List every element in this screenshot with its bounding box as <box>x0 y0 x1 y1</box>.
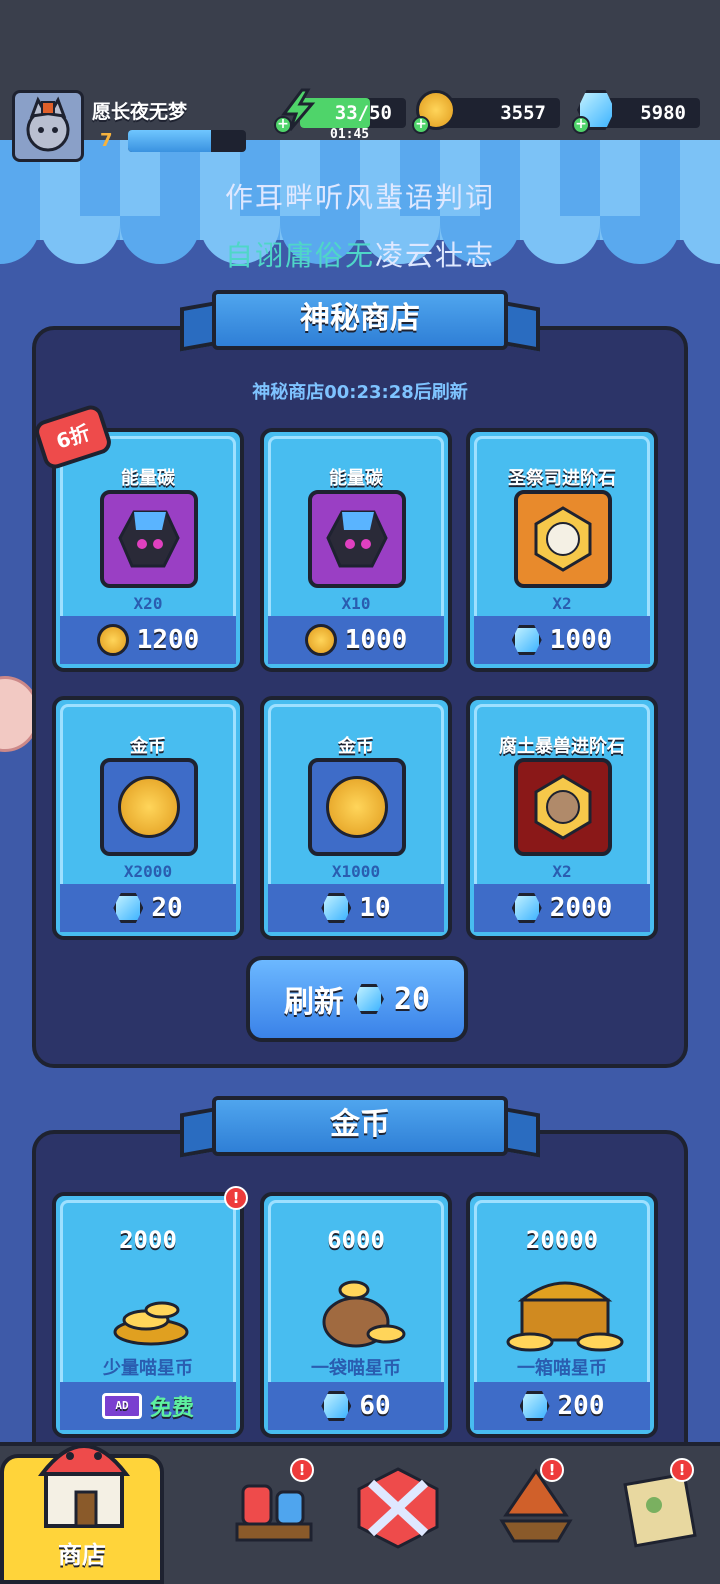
nav-voyage-alert: ! <box>540 1458 564 1482</box>
mystery-shop-title: 神秘商店 <box>212 290 508 350</box>
shop-item-card[interactable]: 能量碳 X20 1200 <box>52 428 244 672</box>
pack-label: 一袋喵星币 <box>311 1358 401 1379</box>
add-coins-icon[interactable]: + <box>412 116 430 134</box>
nav-tab-voyage[interactable] <box>488 1460 584 1556</box>
shop-item-card[interactable]: 金币 X1000 10 <box>260 696 452 940</box>
coin-counter[interactable]: 3557 <box>440 98 560 128</box>
player-avatar[interactable] <box>12 90 84 162</box>
energy-carbon-icon <box>308 490 406 588</box>
item-quantity: X2000 <box>123 862 173 881</box>
item-quantity: X20 <box>133 594 163 613</box>
pack-price: AD 免费 <box>60 1382 236 1430</box>
coin-value: 3557 <box>500 102 546 124</box>
gem-icon <box>321 893 352 923</box>
shop-item-card[interactable]: 腐土暴兽进阶石 X2 2000 <box>466 696 658 940</box>
item-quantity: X2 <box>552 594 572 613</box>
gold-coin-icon <box>100 758 198 856</box>
pack-price: 200 <box>474 1382 650 1430</box>
item-price: 1000 <box>474 616 650 664</box>
nav-tab-shop-label: 商店 <box>58 1541 106 1569</box>
energy-carbon-icon <box>100 490 198 588</box>
item-price: 1000 <box>268 616 444 664</box>
refresh-label: 刷新 <box>283 985 344 1020</box>
item-name: 金币 <box>130 736 166 757</box>
gem-icon <box>511 625 542 655</box>
item-quantity: X2 <box>552 862 572 881</box>
crossed-swords-icon <box>357 1467 439 1549</box>
item-name: 金币 <box>338 736 374 757</box>
pack-label: 少量喵星币 <box>103 1358 193 1379</box>
item-price: 2000 <box>474 884 650 932</box>
player-level: 7 <box>100 130 113 151</box>
nav-map-alert: ! <box>670 1458 694 1482</box>
shop-item-card[interactable]: 金币 X2000 20 <box>52 696 244 940</box>
pack-label: 一箱喵星币 <box>517 1358 607 1379</box>
poem-line-2: 自诩庸俗无凌云壮志 <box>0 234 720 274</box>
gem-icon <box>113 893 144 923</box>
pack-amount: 2000 <box>119 1226 177 1254</box>
pack-alert-badge: ! <box>224 1186 248 1210</box>
priest-advance-stone-icon <box>514 490 612 588</box>
xp-bar <box>128 130 246 152</box>
energy-timer: 01:45 <box>330 127 370 142</box>
gold-pack-card[interactable]: 6000 一袋喵星币 60 <box>260 1192 452 1438</box>
gold-pack-card[interactable]: 2000 少量喵星币 AD 免费 <box>52 1192 244 1438</box>
nav-heroes-alert: ! <box>290 1458 314 1482</box>
beast-advance-stone-icon <box>514 758 612 856</box>
shop-item-card[interactable]: 能量碳 X10 1000 <box>260 428 452 672</box>
pack-amount: 20000 <box>525 1226 599 1254</box>
cat-knight-icon <box>26 96 70 152</box>
gem-icon <box>519 1391 550 1421</box>
item-quantity: X1000 <box>331 862 381 881</box>
add-energy-icon[interactable]: + <box>274 116 292 134</box>
gem-icon[interactable]: + <box>572 88 618 134</box>
item-quantity: X10 <box>341 594 371 613</box>
item-name: 圣祭司进阶石 <box>508 468 616 489</box>
gem-value: 5980 <box>640 102 686 124</box>
item-name: 能量碳 <box>329 468 383 489</box>
shop-house-icon <box>37 1444 131 1528</box>
nav-tab-map[interactable] <box>612 1460 708 1556</box>
pack-price: 60 <box>268 1382 444 1430</box>
energy-icon[interactable]: + <box>274 88 320 134</box>
gem-icon <box>321 1391 352 1421</box>
ship-icon <box>499 1468 573 1543</box>
energy-value: 33/50 <box>334 102 392 124</box>
item-name: 能量碳 <box>121 468 175 489</box>
coin-icon <box>304 624 337 656</box>
nav-tab-battle[interactable] <box>350 1460 446 1556</box>
item-name: 腐土暴兽进阶石 <box>499 736 625 757</box>
pack-amount: 6000 <box>327 1226 385 1254</box>
item-price: 20 <box>60 884 236 932</box>
add-gems-icon[interactable]: + <box>572 116 590 134</box>
coin-pile-small-icon <box>113 1301 189 1346</box>
poem-line-2-highlight: 自诩庸俗无 <box>224 239 375 272</box>
refresh-countdown: 神秘商店00:23:28后刷新 <box>252 382 468 403</box>
refresh-price: 20 <box>393 981 431 1017</box>
gem-icon <box>511 893 542 923</box>
gold-shop-title: 金币 <box>212 1096 508 1156</box>
coin-bag-icon <box>322 1280 406 1348</box>
coin-icon <box>96 624 129 656</box>
item-price: 1200 <box>60 616 236 664</box>
gold-pack-card[interactable]: 20000 一箱喵星币 200 <box>466 1192 658 1438</box>
player-name: 愿长夜无梦 <box>92 101 188 123</box>
poem-line-2-rest: 凌云壮志 <box>375 239 496 272</box>
gold-coin-icon <box>308 758 406 856</box>
gem-icon <box>353 984 384 1014</box>
poem-line-1: 作耳畔听风蜚语判词 <box>224 181 495 214</box>
item-price: 10 <box>268 884 444 932</box>
shop-item-card[interactable]: 圣祭司进阶石 X2 1000 <box>466 428 658 672</box>
treasure-chest-icon <box>506 1281 624 1352</box>
ad-video-icon: AD <box>101 1393 142 1419</box>
refresh-button[interactable]: 刷新 20 <box>246 956 468 1042</box>
coin-icon[interactable]: + <box>412 88 458 134</box>
